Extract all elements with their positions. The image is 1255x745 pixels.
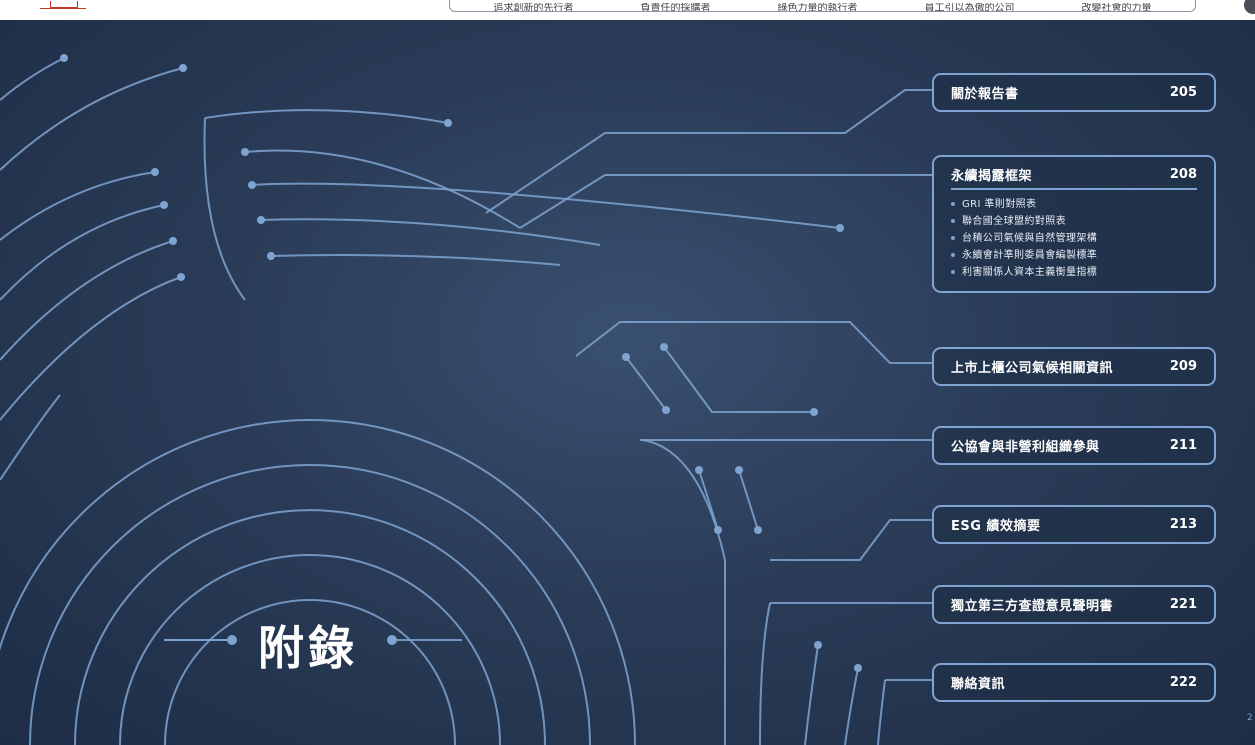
toc-item-assurance-statement[interactable]: 獨立第三方查證意見聲明書 221 [932, 585, 1216, 624]
toc-title: 關於報告書 [951, 87, 1019, 102]
nav-item-procurement[interactable]: 負責任的採購者 [641, 3, 711, 11]
toc-subitem[interactable]: 台積公司氣候與自然管理架構 [951, 230, 1197, 247]
toc-item-climate-info[interactable]: 上市上櫃公司氣候相關資訊 209 [932, 347, 1216, 386]
toc-title: 公協會與非營利組織參與 [951, 440, 1100, 455]
toc-page: 205 [1169, 85, 1197, 100]
toc-page: 222 [1169, 675, 1197, 690]
bullet-icon [951, 236, 955, 240]
toc-title: 聯絡資訊 [951, 677, 1006, 692]
toc-item-associations[interactable]: 公協會與非營利組織參與 211 [932, 426, 1216, 465]
toc-page: 209 [1169, 359, 1197, 374]
toc-item-about-report[interactable]: 關於報告書 205 [932, 73, 1216, 112]
toc-title: 上市上櫃公司氣候相關資訊 [951, 361, 1114, 376]
nav-item-society[interactable]: 改變社會的力量 [1082, 3, 1152, 11]
toc-subitem[interactable]: 利害關係人資本主義衡量指標 [951, 264, 1197, 281]
top-bar: 追求創新的先行者 負責任的採購者 綠色力量的執行者 員工引以為傲的公司 改變社會… [0, 0, 1255, 20]
bullet-icon [951, 253, 955, 257]
bullet-icon [951, 270, 955, 274]
toc-subitem[interactable]: GRI 準則對照表 [951, 196, 1197, 213]
toc-page: 208 [1169, 167, 1197, 182]
toc-page: 211 [1169, 438, 1197, 453]
toc-title: ESG 績效摘要 [951, 519, 1041, 534]
toc-page: 213 [1169, 517, 1197, 532]
toc-item-contact[interactable]: 聯絡資訊 222 [932, 663, 1216, 702]
section-title: 附錄 [258, 621, 358, 675]
nav-item-innovation[interactable]: 追求創新的先行者 [494, 3, 574, 11]
logo-mark [50, 1, 78, 8]
toc-item-disclosure-framework[interactable]: 永續揭露框架 208 GRI 準則對照表 聯合國全球盟約對照表 台積公司氣候與自… [932, 155, 1216, 293]
bullet-icon [951, 219, 955, 223]
home-icon[interactable] [1244, 0, 1255, 14]
toc-page: 221 [1169, 597, 1197, 612]
toc-subitems: GRI 準則對照表 聯合國全球盟約對照表 台積公司氣候與自然管理架構 永續會計準… [951, 196, 1197, 291]
divider [951, 188, 1197, 190]
toc-item-esg-summary[interactable]: ESG 績效摘要 213 [932, 505, 1216, 544]
toc-title: 獨立第三方查證意見聲明書 [951, 599, 1114, 614]
toc-title: 永續揭露框架 [951, 169, 1033, 184]
bullet-icon [951, 202, 955, 206]
nav-item-employees[interactable]: 員工引以為傲的公司 [925, 3, 1015, 11]
chapter-nav: 追求創新的先行者 負責任的採購者 綠色力量的執行者 員工引以為傲的公司 改變社會… [449, 0, 1196, 12]
nav-item-green[interactable]: 綠色力量的執行者 [778, 3, 858, 11]
toc-subitem[interactable]: 聯合國全球盟約對照表 [951, 213, 1197, 230]
page-number: 2 [1247, 713, 1253, 723]
logo-underline [40, 8, 86, 9]
toc-subitem[interactable]: 永續會計準則委員會編製標準 [951, 247, 1197, 264]
company-logo[interactable] [40, 0, 88, 9]
